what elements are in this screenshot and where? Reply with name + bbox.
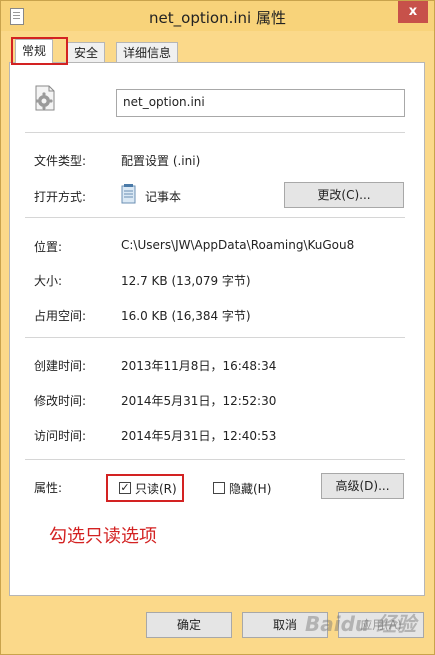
accessed-value: 2014年5月31日，12:40:53 [121,429,277,443]
open-with-value: 记事本 [145,190,182,204]
watermark: Baidu 经验 [305,612,417,636]
change-button[interactable]: 更改(C)... [284,182,404,208]
divider [25,459,405,460]
tab-details[interactable]: 详细信息 [116,42,179,62]
properties-window: net_option.ini 属性 x 常规 安全 详细信息 net_optio… [0,0,435,655]
disk-size-label: 占用空间: [34,309,87,323]
divider [25,217,405,218]
settings-file-icon [35,85,55,111]
size-value: 12.7 KB (13,079 字节) [121,274,251,288]
close-button[interactable]: x [398,1,428,23]
disk-size-value: 16.0 KB (16,384 字节) [121,309,251,323]
location-value: C:\Users\JW\AppData\Roaming\KuGou8 [121,238,355,252]
window-title: net_option.ini 属性 [149,9,286,27]
tab-security[interactable]: 安全 [67,42,106,62]
advanced-button[interactable]: 高级(D)... [321,473,404,499]
created-value: 2013年11月8日，16:48:34 [121,359,277,373]
tab-highlight-box [11,37,68,65]
created-label: 创建时间: [34,359,87,373]
modified-value: 2014年5月31日，12:52:30 [121,394,277,408]
title-bar[interactable]: net_option.ini 属性 x [1,1,434,31]
size-label: 大小: [34,274,63,288]
attributes-label: 属性: [34,481,63,495]
file-name-field[interactable]: net_option.ini [116,89,405,117]
file-type-value: 配置设置 (.ini) [121,154,201,168]
file-type-label: 文件类型: [34,154,87,168]
location-label: 位置: [34,240,63,254]
hidden-label[interactable]: 隐藏(H) [229,480,271,497]
hidden-checkbox[interactable] [213,482,225,494]
modified-label: 修改时间: [34,394,87,408]
readonly-highlight-box [106,474,184,502]
open-with-label: 打开方式: [34,190,87,204]
notepad-icon [121,184,136,204]
divider [25,337,405,338]
ok-button[interactable]: 确定 [146,612,232,638]
general-panel [9,62,425,596]
accessed-label: 访问时间: [34,429,87,443]
annotation-text: 勾选只读选项 [49,526,157,547]
divider [25,132,405,133]
